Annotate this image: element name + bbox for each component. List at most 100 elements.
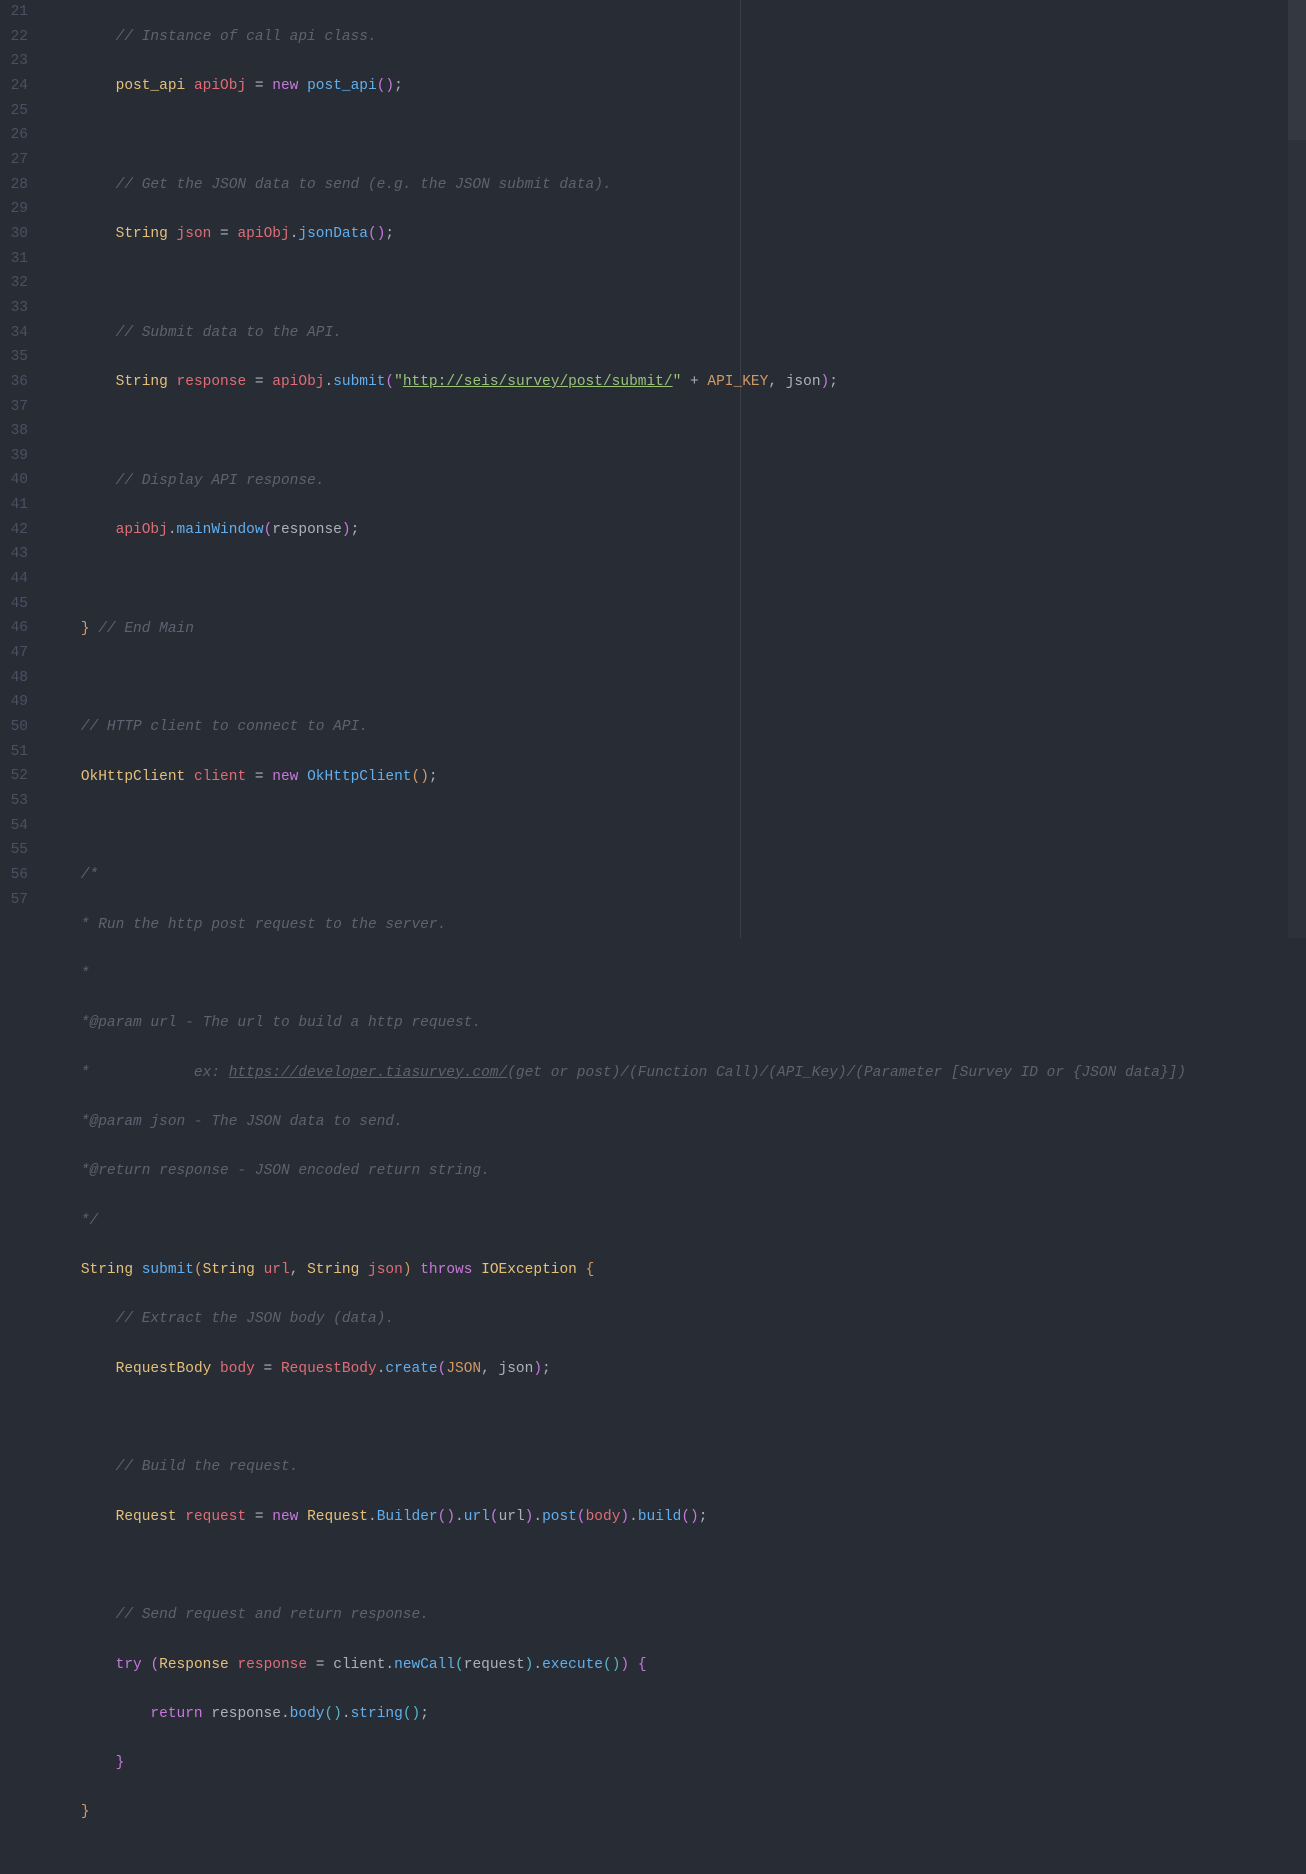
type: IOException [481, 1262, 577, 1278]
dot: . [377, 1361, 386, 1377]
code-line[interactable]: return response.body().string(); [46, 1702, 1306, 1727]
line-number[interactable]: 55 [0, 838, 28, 863]
paren: () [412, 769, 429, 785]
line-number[interactable]: 26 [0, 123, 28, 148]
line-number[interactable]: 27 [0, 148, 28, 173]
code-line[interactable] [46, 271, 1306, 296]
paren-close: ) [620, 1509, 629, 1525]
paren: () [438, 1509, 455, 1525]
line-number[interactable]: 33 [0, 296, 28, 321]
code-line[interactable]: // Send request and return response. [46, 1603, 1306, 1628]
line-number[interactable]: 25 [0, 99, 28, 124]
dot: . [168, 522, 177, 538]
code-line[interactable]: } [46, 1800, 1306, 1825]
line-number[interactable]: 32 [0, 271, 28, 296]
code-line[interactable]: try (Response response = client.newCall(… [46, 1653, 1306, 1678]
code-line[interactable]: OkHttpClient client = new OkHttpClient()… [46, 765, 1306, 790]
method: Builder [377, 1509, 438, 1525]
code-line[interactable]: *@return response - JSON encoded return … [46, 1159, 1306, 1184]
code-line[interactable]: // HTTP client to connect to API. [46, 715, 1306, 740]
code-line[interactable]: // Instance of call api class. [46, 25, 1306, 50]
code-line[interactable]: // Build the request. [46, 1455, 1306, 1480]
line-number-gutter[interactable]: 21 22 23 24 25 26 27 28 29 30 31 32 33 3… [0, 0, 46, 938]
line-number[interactable]: 38 [0, 419, 28, 444]
semicolon: ; [385, 226, 394, 242]
code-line[interactable]: * Run the http post request to the serve… [46, 913, 1306, 938]
line-number[interactable]: 56 [0, 863, 28, 888]
code-line[interactable]: *@param url - The url to build a http re… [46, 1011, 1306, 1036]
line-number[interactable]: 52 [0, 764, 28, 789]
line-number[interactable]: 34 [0, 321, 28, 346]
code-line[interactable] [46, 567, 1306, 592]
type: Request [307, 1509, 368, 1525]
line-number[interactable]: 29 [0, 197, 28, 222]
code-line[interactable]: * ex: https://developer.tiasurvey.com/(g… [46, 1061, 1306, 1086]
line-number[interactable]: 48 [0, 666, 28, 691]
line-number[interactable]: 28 [0, 173, 28, 198]
code-line[interactable]: apiObj.mainWindow(response); [46, 518, 1306, 543]
variable: body [586, 1509, 621, 1525]
code-line[interactable]: String json = apiObj.jsonData(); [46, 222, 1306, 247]
line-number[interactable]: 46 [0, 616, 28, 641]
line-number[interactable]: 41 [0, 493, 28, 518]
line-number[interactable]: 57 [0, 888, 28, 913]
line-number[interactable]: 30 [0, 222, 28, 247]
line-number[interactable]: 43 [0, 542, 28, 567]
code-line[interactable]: post_api apiObj = new post_api(); [46, 74, 1306, 99]
code-line[interactable]: /* [46, 863, 1306, 888]
param: url [264, 1262, 290, 1278]
space [298, 769, 307, 785]
method: body [290, 1706, 325, 1722]
line-number[interactable]: 49 [0, 690, 28, 715]
code-line[interactable]: *@param json - The JSON data to send. [46, 1110, 1306, 1135]
line-number[interactable]: 51 [0, 740, 28, 765]
code-line[interactable] [46, 1406, 1306, 1431]
paren-close: ) [525, 1657, 534, 1673]
line-number[interactable]: 54 [0, 814, 28, 839]
line-number[interactable]: 40 [0, 468, 28, 493]
line-number[interactable]: 37 [0, 395, 28, 420]
code-line[interactable]: // Submit data to the API. [46, 321, 1306, 346]
line-number[interactable]: 44 [0, 567, 28, 592]
code-line[interactable]: Request request = new Request.Builder().… [46, 1505, 1306, 1530]
code-line[interactable] [46, 419, 1306, 444]
paren-close: ) [620, 1657, 629, 1673]
code-line[interactable]: * [46, 962, 1306, 987]
line-number[interactable]: 42 [0, 518, 28, 543]
code-line[interactable]: // Get the JSON data to send (e.g. the J… [46, 173, 1306, 198]
line-number[interactable]: 23 [0, 49, 28, 74]
line-number[interactable]: 31 [0, 247, 28, 272]
code-line[interactable]: // Extract the JSON body (data). [46, 1307, 1306, 1332]
line-number[interactable]: 47 [0, 641, 28, 666]
code-area[interactable]: // Instance of call api class. post_api … [46, 0, 1306, 938]
code-editor[interactable]: 21 22 23 24 25 26 27 28 29 30 31 32 33 3… [0, 0, 1306, 938]
line-number[interactable]: 45 [0, 592, 28, 617]
line-number[interactable]: 35 [0, 345, 28, 370]
code-line[interactable] [46, 1554, 1306, 1579]
line-number[interactable]: 50 [0, 715, 28, 740]
comment: // Instance of call api class. [46, 29, 377, 45]
code-line[interactable]: } [46, 1751, 1306, 1776]
line-number[interactable]: 22 [0, 25, 28, 50]
code-line[interactable] [46, 123, 1306, 148]
line-number[interactable]: 39 [0, 444, 28, 469]
type: String [116, 226, 168, 242]
line-number[interactable]: 53 [0, 789, 28, 814]
brace-close: } [116, 1755, 125, 1771]
code-line[interactable]: String submit(String url, String json) t… [46, 1258, 1306, 1283]
code-line[interactable]: */ [46, 1209, 1306, 1234]
line-number[interactable]: 36 [0, 370, 28, 395]
line-number[interactable]: 21 [0, 0, 28, 25]
paren-open: ( [490, 1509, 499, 1525]
code-line[interactable]: // Display API response. [46, 469, 1306, 494]
class-ref: RequestBody [281, 1361, 377, 1377]
line-number[interactable]: 24 [0, 74, 28, 99]
code-line[interactable] [46, 666, 1306, 691]
code-line[interactable]: } // End Main [46, 617, 1306, 642]
paren: () [603, 1657, 620, 1673]
variable: response [211, 1706, 281, 1722]
code-line[interactable]: String response = apiObj.submit("http://… [46, 370, 1306, 395]
keyword: return [150, 1706, 202, 1722]
code-line[interactable]: RequestBody body = RequestBody.create(JS… [46, 1357, 1306, 1382]
code-line[interactable] [46, 814, 1306, 839]
